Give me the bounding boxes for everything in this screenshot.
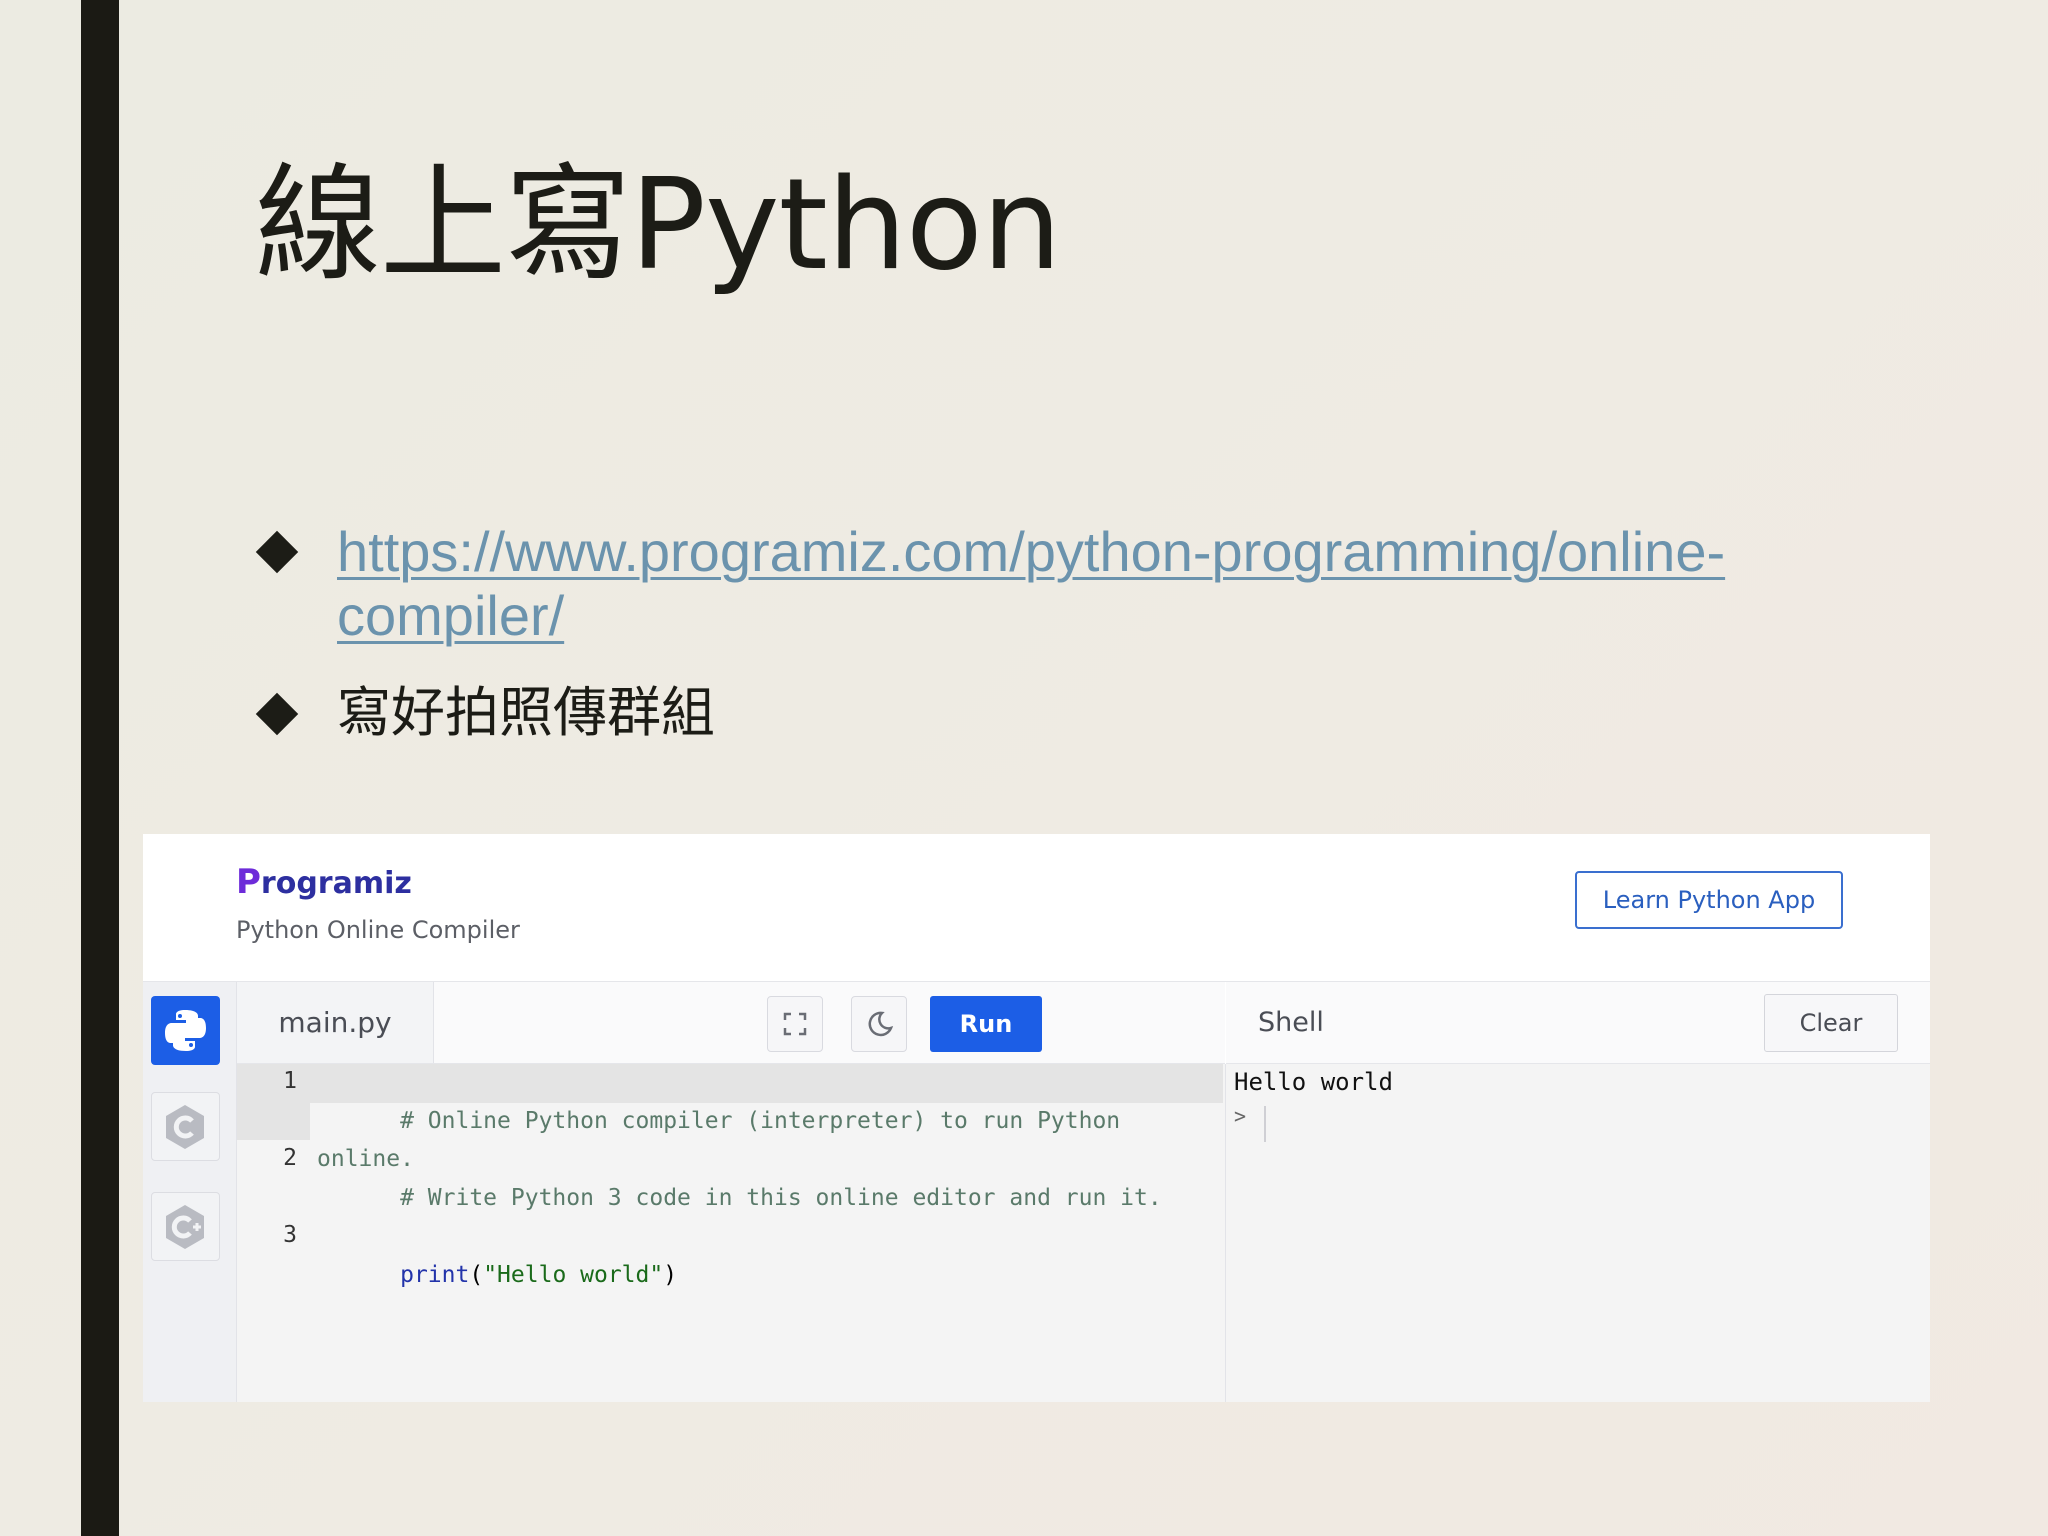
bullet-diamond-icon bbox=[255, 692, 299, 736]
moon-icon bbox=[868, 1011, 894, 1037]
run-button[interactable]: Run bbox=[930, 996, 1042, 1052]
slide-title: 線上寫Python bbox=[255, 151, 1062, 298]
shell-cursor bbox=[1264, 1106, 1266, 1142]
python-icon bbox=[165, 1010, 206, 1051]
line-number: 3 bbox=[283, 1222, 297, 1248]
clear-button[interactable]: Clear bbox=[1764, 994, 1898, 1052]
slide-side-bar bbox=[81, 0, 119, 1536]
language-sidebar bbox=[143, 982, 237, 1402]
line-number: 2 bbox=[283, 1145, 297, 1171]
shell-prompt: > bbox=[1234, 1104, 1247, 1128]
line-number: 1 bbox=[283, 1068, 297, 1094]
dark-mode-button[interactable] bbox=[851, 996, 907, 1052]
programiz-logo[interactable]: Programiz bbox=[236, 862, 412, 902]
learn-python-app-button[interactable]: Learn Python App bbox=[1575, 871, 1843, 929]
fullscreen-button[interactable] bbox=[767, 996, 823, 1052]
shell-output-text: Hello world bbox=[1234, 1068, 1393, 1096]
bullet-diamond-icon bbox=[255, 530, 299, 574]
bullet-text: 寫好拍照傳群組 bbox=[337, 681, 715, 744]
python-language-button[interactable] bbox=[151, 996, 220, 1065]
compiler-screenshot: Programiz Python Online Compiler Learn P… bbox=[143, 834, 1930, 1402]
compiler-header: Programiz Python Online Compiler Learn P… bbox=[143, 834, 1930, 982]
shell-label: Shell bbox=[1258, 1007, 1324, 1038]
c-icon bbox=[166, 1105, 204, 1149]
code-line: print("Hello world") bbox=[400, 1262, 678, 1288]
shell-toolbar: Shell Clear bbox=[1226, 982, 1930, 1064]
tab-main-py[interactable]: main.py bbox=[237, 982, 434, 1063]
editor-toolbar: main.py Run bbox=[237, 982, 1225, 1064]
cpp-icon bbox=[166, 1205, 204, 1249]
cpp-language-button[interactable] bbox=[151, 1192, 220, 1261]
code-editor[interactable]: 1 # Online Python compiler (interpreter)… bbox=[237, 1064, 1226, 1402]
compiler-subtitle: Python Online Compiler bbox=[236, 916, 520, 944]
shell-output[interactable]: Hello world > bbox=[1226, 1064, 1930, 1402]
compiler-link[interactable]: https://www.programiz.com/python-program… bbox=[337, 520, 1737, 648]
fullscreen-icon bbox=[783, 1012, 807, 1036]
c-language-button[interactable] bbox=[151, 1092, 220, 1161]
